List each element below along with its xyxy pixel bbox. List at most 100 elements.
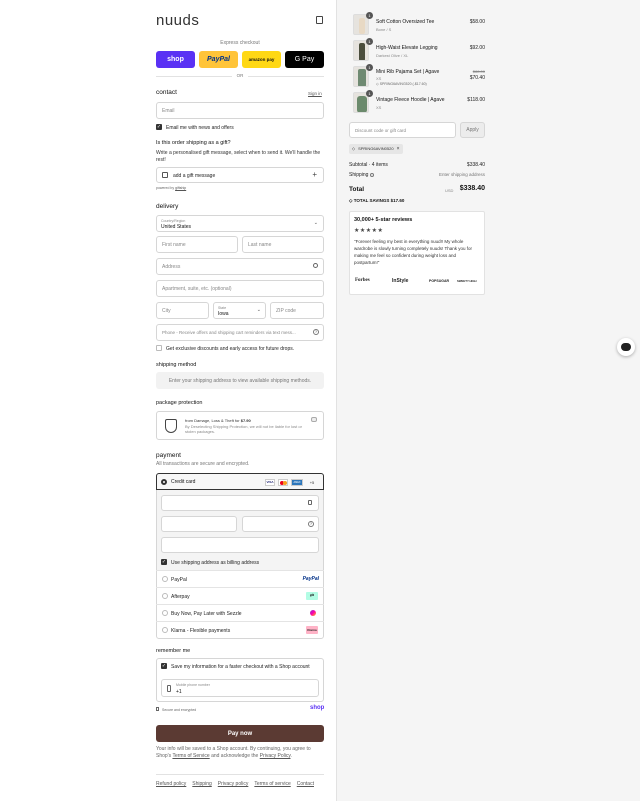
payment-option-klarna[interactable]: Klarna - Flexible payments Klarna	[156, 621, 324, 638]
paypal-button[interactable]: PayPal	[199, 51, 238, 68]
cart-item-name: Soft Cotton Oversized Tee	[376, 19, 435, 25]
news-checkbox[interactable]: ✓	[156, 124, 162, 130]
text-offer-checkbox[interactable]	[156, 345, 162, 351]
qty-badge: 1	[366, 12, 373, 19]
state-select[interactable]: State Iowa ⌄	[213, 302, 266, 319]
shipping-link[interactable]: Shipping	[192, 781, 211, 787]
or-divider-text: OR	[236, 73, 244, 78]
credit-card-radio[interactable]	[161, 479, 167, 485]
star-rating: ★★★★★	[354, 228, 384, 234]
afterpay-option-label: Afterpay	[171, 594, 190, 600]
privacy-policy-link[interactable]: Privacy Policy	[260, 753, 291, 759]
klarna-radio[interactable]	[162, 627, 168, 633]
secure-text: Secure and encrypted	[161, 708, 197, 712]
cart-item-price: $70.40	[469, 75, 485, 81]
giftship-powered-text: powered by	[156, 186, 175, 190]
payment-subtitle: All transactions are secure and encrypte…	[156, 461, 250, 467]
savings-tag-icon: ◇	[349, 198, 353, 203]
gift-question: Is this order shipping as a gift?	[156, 140, 231, 146]
email-input[interactable]: Email	[156, 102, 324, 119]
afterpay-radio[interactable]	[162, 593, 168, 599]
save-info-checkbox[interactable]: ✓	[161, 663, 167, 669]
add-gift-message-button[interactable]: add a gift message +	[156, 167, 324, 183]
name-on-card-input[interactable]	[161, 537, 319, 553]
applied-code-tag: ◇ SPRING6AVIN0520 ×	[349, 144, 403, 154]
cart-item-discount-code: SPRING6AVING520 (-$17.60)	[379, 82, 427, 86]
qty-badge: 1	[366, 64, 373, 71]
payment-option-paypal[interactable]: PayPal PayPal	[156, 570, 324, 587]
shield-icon	[165, 419, 177, 433]
state-label: State	[218, 306, 227, 310]
chat-widget-button[interactable]	[617, 338, 635, 356]
billing-same-checkbox[interactable]: ✓	[161, 559, 167, 565]
savings-label: TOTAL SAVINGS	[353, 198, 390, 203]
mobile-phone-value: +1	[176, 689, 182, 695]
cart-item-price: $58.00	[469, 19, 485, 25]
sezzle-radio[interactable]	[162, 610, 168, 616]
amazon-pay-button[interactable]: amazon pay	[242, 51, 281, 68]
tag-icon: ◇	[352, 146, 356, 151]
afterpay-logo-icon: ⇄	[306, 592, 318, 600]
footer-divider	[156, 774, 324, 775]
country-label: Country/Region	[161, 219, 186, 223]
chevron-down-icon: ⌄	[313, 220, 318, 226]
package-protection-card[interactable]: from Damage, Loss & Theft for $7.90 By D…	[156, 411, 324, 440]
pay-now-button[interactable]: Pay now	[156, 725, 324, 742]
terms-link[interactable]: Terms of service	[254, 781, 290, 787]
legal-text-2: and acknowledge the	[211, 753, 259, 759]
shipping-method-notice: Enter your shipping address to view avai…	[156, 372, 324, 389]
phone-input[interactable]: Phone - Receive offers and shipping cart…	[156, 324, 324, 341]
terms-of-service-link[interactable]: Terms of Service	[172, 753, 209, 759]
protection-toggle[interactable]	[311, 417, 317, 422]
express-checkout-label: Express checkout	[220, 40, 260, 46]
or-divider-right	[248, 76, 324, 77]
card-number-input[interactable]	[161, 495, 319, 511]
secure-note: Secure and encrypted	[156, 707, 196, 712]
privacy-link[interactable]: Privacy policy	[218, 781, 249, 787]
credit-card-option[interactable]: Credit card VISA AMEX +5	[156, 473, 324, 490]
country-value: United States	[161, 224, 192, 230]
apply-discount-button[interactable]: Apply	[460, 122, 485, 138]
sign-in-link[interactable]: Sign in	[308, 91, 322, 96]
cart-item-variant: Darkest Olive / XL	[376, 53, 409, 58]
cart-item-variant: XS	[376, 105, 382, 110]
press-logo-popsugar: POPSUGAR	[429, 279, 450, 283]
package-protection-heading: package protection	[156, 400, 203, 406]
card-cvv-input[interactable]: ?	[242, 516, 319, 532]
address-input[interactable]: Address	[156, 258, 324, 275]
protection-line1: from Damage, Loss & Theft for $7.90	[185, 418, 251, 423]
payment-option-sezzle[interactable]: Buy Now, Pay Later with Sezzle	[156, 604, 324, 621]
checkout-main: nuuds Express checkout shop PayPal amazo…	[0, 0, 336, 801]
giftship-link[interactable]: giftship	[175, 186, 186, 190]
contact-link[interactable]: Contact	[297, 781, 314, 787]
city-input[interactable]: City	[156, 302, 209, 319]
shop-pay-button[interactable]: shop	[156, 51, 195, 68]
shipping-method-heading: shipping method	[156, 362, 197, 368]
klarna-option-label: Klarna - Flexible payments	[171, 628, 231, 634]
mobile-phone-input[interactable]: Mobile phone number +1	[161, 679, 319, 697]
plus-icon: +	[312, 170, 317, 179]
cart-item-variant: Bone / S	[376, 27, 392, 32]
cart-bag-icon[interactable]	[316, 16, 323, 24]
country-select[interactable]: Country/Region United States ⌄	[156, 215, 324, 232]
applied-code-text: SPRING6AVIN0520	[358, 146, 394, 151]
brand-logo[interactable]: nuuds	[156, 12, 199, 29]
card-expiry-input[interactable]	[161, 516, 237, 532]
lock-icon	[308, 500, 312, 505]
google-pay-button[interactable]: G Pay	[285, 51, 324, 68]
phone-icon	[167, 685, 171, 692]
first-name-input[interactable]: First name	[156, 236, 238, 253]
paypal-radio[interactable]	[162, 576, 168, 582]
tag-icon: ◇	[376, 82, 379, 86]
address-placeholder: Address	[162, 263, 181, 270]
cart-item-name: High-Waist Elevate Legging	[376, 45, 438, 51]
press-logo-sweetyhigh: SWEETY HIGH	[457, 279, 477, 283]
payment-option-afterpay[interactable]: Afterpay ⇄	[156, 587, 324, 604]
zip-input[interactable]: ZIP code	[270, 302, 324, 319]
info-icon	[369, 172, 374, 177]
refund-policy-link[interactable]: Refund policy	[156, 781, 186, 787]
last-name-input[interactable]: Last name	[242, 236, 324, 253]
remove-code-icon[interactable]: ×	[397, 144, 400, 154]
discount-code-input[interactable]: Discount code or gift card	[349, 122, 456, 138]
apartment-input[interactable]: Apartment, suite, etc. (optional)	[156, 280, 324, 297]
